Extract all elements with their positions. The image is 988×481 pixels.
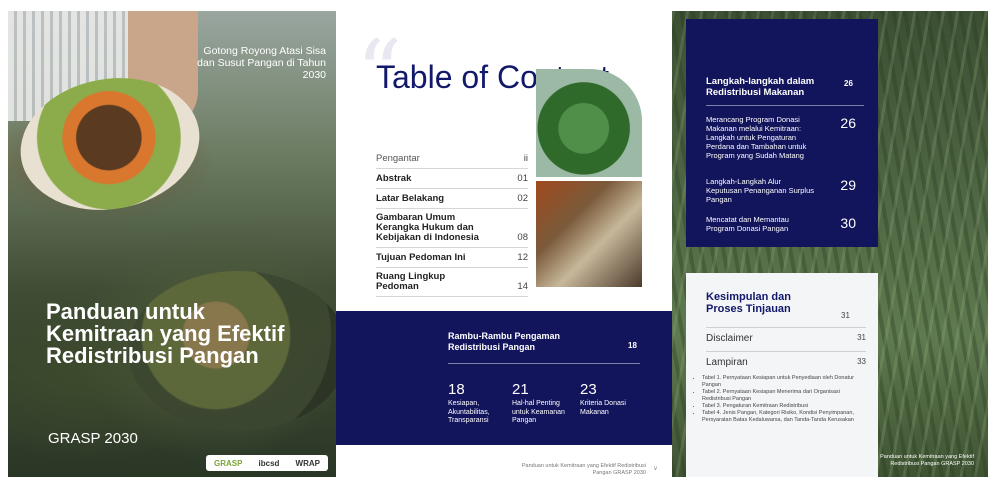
toc-item-label: Ruang Lingkup Pedoman (376, 271, 446, 292)
white-heading-page: 31 (841, 311, 850, 320)
navy-item-label: Merancang Program Donasi Makanan melalui… (706, 115, 807, 160)
navy-heading-page: 26 (844, 79, 853, 88)
toc-item-page: 14 (517, 281, 528, 292)
toc-item[interactable]: Latar Belakang 02 (376, 189, 528, 209)
navy-item-page: 26 (840, 115, 856, 131)
grasp-logo: GRASP (214, 458, 243, 468)
toc-item[interactable]: Ruang Lingkup Pedoman 14 (376, 268, 528, 297)
navy-item[interactable]: Merancang Program Donasi Makanan melalui… (706, 115, 856, 160)
navy-item[interactable]: Mencatat dan Memantau Program Donasi Pan… (706, 215, 856, 233)
wheat-footer: Panduan untuk Kemitraan yang Efektif Red… (880, 454, 974, 467)
cover-page: Gotong Royong Atasi Sisa dan Susut Panga… (8, 11, 336, 477)
white-row-label: Disclaimer (706, 333, 753, 344)
white-row-page: 31 (857, 333, 866, 342)
toc-item-label: Latar Belakang (376, 193, 445, 204)
wrap-logo: WRAP (295, 458, 320, 468)
navy-heading[interactable]: Langkah-langkah dalam Redistribusi Makan… (706, 76, 826, 98)
band-title[interactable]: Rambu-Rambu Pengaman Redistribusi Pangan (448, 331, 578, 353)
band-stat-label: Hal-hal Penting untuk Keamanan Pangan (512, 400, 565, 424)
divider (706, 351, 866, 352)
toc-item-page: 01 (517, 173, 528, 184)
band-stat-page: 18 (448, 381, 465, 398)
toc-item-page: 02 (517, 193, 528, 204)
list-item[interactable]: Tabel 2. Pernyataan Kesiapan Menerima da… (702, 389, 854, 403)
list-item[interactable]: Tabel 1. Pernyataan Kesiapan untuk Penye… (702, 375, 854, 389)
navy-item-label: Mencatat dan Memantau Program Donasi Pan… (706, 215, 789, 233)
band-stat[interactable]: 23 Kriteria Donasi Makanan (580, 381, 642, 417)
toc-item[interactable]: Abstrak 01 (376, 169, 528, 189)
toc-item[interactable]: Tujuan Pedoman Ini 12 (376, 248, 528, 268)
toc-item-label: Gambaran Umum Kerangka Hukum dan Kebijak… (376, 212, 479, 243)
cover-tagline: Gotong Royong Atasi Sisa dan Susut Panga… (197, 45, 326, 81)
navy-item-label: Langkah-Langkah Alur Keputusan Penangana… (706, 177, 815, 204)
band-stat-page: 21 (512, 381, 529, 398)
white-row[interactable]: Disclaimer 31 (706, 333, 866, 344)
band-stat-label: Kriteria Donasi Makanan (580, 400, 626, 416)
list-item[interactable]: Tabel 4. Jenis Pangan, Kategori Risiko, … (702, 410, 854, 424)
toc-item-page: 08 (517, 232, 528, 243)
divider (706, 327, 866, 328)
white-row-page: 33 (857, 357, 866, 366)
lampiran-list: Tabel 1. Pernyataan Kesiapan untuk Penye… (694, 375, 854, 424)
navy-item[interactable]: Langkah-Langkah Alur Keputusan Penangana… (706, 177, 856, 204)
toc-band: Rambu-Rambu Pengaman Redistribusi Pangan… (336, 311, 672, 445)
wheat-page: Langkah-langkah dalam Redistribusi Makan… (672, 11, 988, 477)
toc-photo-salad (536, 69, 642, 177)
band-stat-page: 23 (580, 381, 597, 398)
toc-item[interactable]: Gambaran Umum Kerangka Hukum dan Kebijak… (376, 209, 528, 248)
toc-item-label: Tujuan Pedoman Ini (376, 252, 466, 263)
band-stat[interactable]: 18 Kesiapan, Akuntabilitas, Transparansi (448, 381, 510, 426)
toc-item[interactable]: Pengantar ii (376, 149, 528, 169)
list-item[interactable]: Tabel 3. Pengaturan Kemitraan Redistribu… (702, 403, 854, 410)
navy-item-page: 30 (840, 215, 856, 231)
navy-item-page: 29 (840, 177, 856, 193)
partner-logos: GRASP ibcsd WRAP (206, 455, 328, 471)
white-heading[interactable]: Kesimpulan dan Proses Tinjauan (706, 291, 816, 315)
white-row[interactable]: Lampiran 33 (706, 357, 866, 368)
band-stat[interactable]: 21 Hal-hal Penting untuk Keamanan Pangan (512, 381, 574, 426)
toc-list: Pengantar ii Abstrak 01 Latar Belakang 0… (376, 149, 528, 297)
cover-subtitle: GRASP 2030 (48, 430, 138, 447)
navy-toc-box: Langkah-langkah dalam Redistribusi Makan… (686, 19, 878, 247)
toc-item-page: 12 (517, 252, 528, 263)
white-row-label: Lampiran (706, 357, 748, 368)
cover-title: Panduan untuk Kemitraan yang Efektif Red… (46, 299, 285, 368)
divider (448, 363, 640, 364)
divider (706, 105, 864, 106)
band-stat-label: Kesiapan, Akuntabilitas, Transparansi (448, 400, 490, 424)
toc-footer: Panduan untuk Kemitraan yang Efektif Red… (521, 463, 646, 476)
toc-item-page: ii (523, 153, 528, 164)
page-number: v (654, 466, 657, 472)
band-page: 18 (628, 341, 637, 350)
toc-page: “ Table of Content Pengantar ii Abstrak … (336, 11, 672, 477)
ibcsd-logo: ibcsd (258, 458, 280, 468)
toc-item-label: Pengantar (376, 153, 420, 164)
toc-item-label: Abstrak (376, 173, 412, 184)
toc-photo-waste (536, 181, 642, 287)
